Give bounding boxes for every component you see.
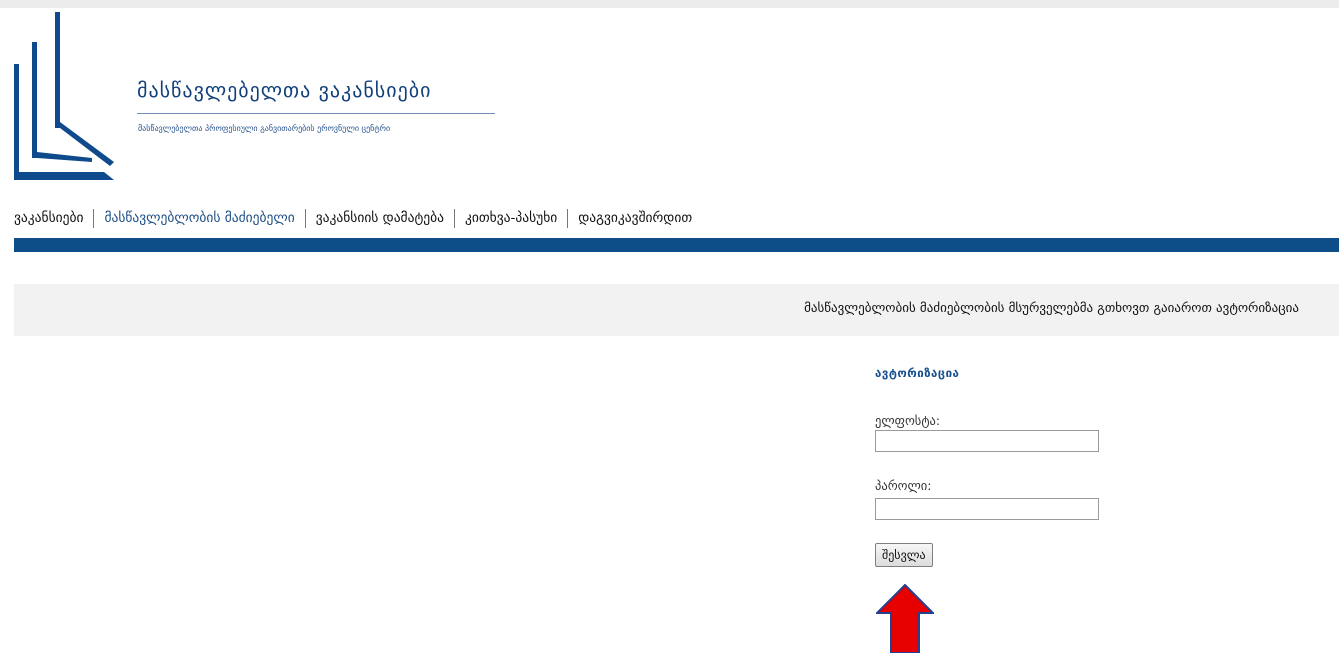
login-heading: ავტორიზაცია [875, 366, 960, 380]
auth-notice-text: მასწავლებლობის მაძიებლობის მსურველებმა გ… [804, 301, 1299, 316]
top-strip [0, 0, 1339, 8]
nav-bar [14, 238, 1339, 252]
nav-item-faq[interactable]: კითხვა-პასუხი [465, 210, 557, 226]
site-subtitle: მასწავლებელთა პროფესიული განვითარების ერ… [138, 124, 391, 133]
nav-separator [93, 208, 95, 228]
nav-item-contact[interactable]: დაგვიკავშირდით [578, 210, 692, 226]
email-label: ელფოსტა: [875, 413, 941, 428]
password-label: პაროლი: [875, 478, 932, 493]
title-divider [137, 113, 495, 114]
nav-item-teacher-seeker[interactable]: მასწავლებლობის მაძიებელი [104, 210, 294, 226]
login-form: ავტორიზაცია ელფოსტა: პაროლი: შესვლა [875, 366, 1115, 567]
nav-item-add-vacancy[interactable]: ვაკანსიის დამატება [316, 210, 444, 226]
nav-item-vacancies[interactable]: ვაკანსიები [14, 210, 83, 226]
email-field[interactable] [875, 430, 1099, 452]
main-nav: ვაკანსიები მასწავლებლობის მაძიებელი ვაკა… [14, 206, 692, 230]
auth-notice: მასწავლებლობის მაძიებლობის მსურველებმა გ… [14, 284, 1339, 336]
nav-separator [567, 208, 569, 228]
logo-icon [14, 12, 114, 180]
password-field[interactable] [875, 498, 1099, 520]
site-title[interactable]: მასწავლებელთა ვაკანსიები [137, 78, 431, 102]
up-arrow-icon [876, 584, 934, 653]
login-button[interactable]: შესვლა [875, 543, 933, 567]
nav-separator [304, 208, 306, 228]
nav-separator [454, 208, 455, 228]
